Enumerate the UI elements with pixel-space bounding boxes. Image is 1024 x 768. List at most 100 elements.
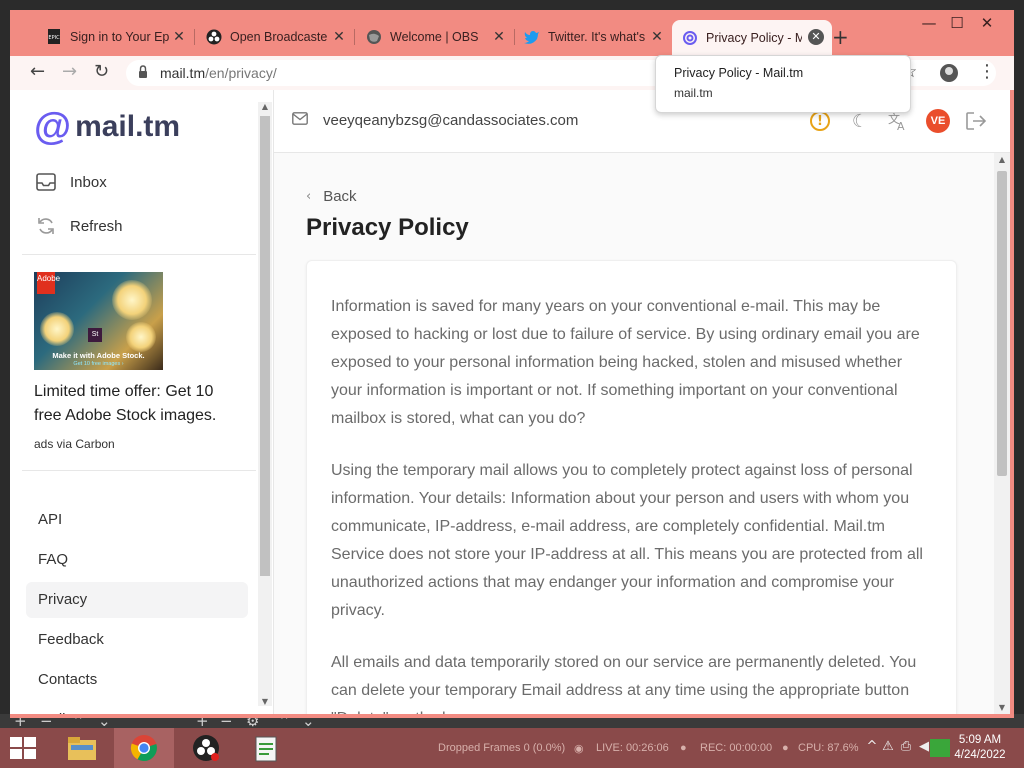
close-icon[interactable]: ✕	[808, 29, 824, 45]
start-button[interactable]	[10, 737, 36, 759]
policy-card: Information is saved for many years on y…	[306, 260, 957, 714]
sidebar-item-inbox[interactable]: Inbox	[36, 172, 107, 192]
refresh-icon	[36, 216, 56, 236]
profile-avatar[interactable]	[940, 64, 958, 82]
footer-link-feedback[interactable]: Feedback	[26, 622, 248, 658]
ad-glow	[40, 312, 74, 346]
tab-tooltip: Privacy Policy - Mail.tm mail.tm	[655, 55, 911, 113]
policy-paragraph: Information is saved for many years on y…	[331, 298, 920, 427]
window-close-icon[interactable]: ✕	[972, 14, 1002, 32]
avatar[interactable]: VE	[926, 109, 950, 133]
close-icon[interactable]: ✕	[170, 28, 188, 46]
obs-taskbar-button[interactable]	[176, 728, 236, 768]
close-icon[interactable]: ✕	[490, 28, 508, 46]
printer-icon[interactable]: ⎙	[898, 739, 914, 755]
clock-date: 4/24/2022	[954, 749, 1006, 761]
tab-strip: EPIC Sign in to Your Ep ✕ Open Broadcast…	[10, 10, 1014, 56]
close-icon[interactable]: ✕	[648, 28, 666, 46]
folder-icon	[68, 737, 96, 760]
back-label: Back	[323, 188, 357, 205]
scrollbar-thumb[interactable]	[997, 171, 1007, 476]
main-scrollbar[interactable]: ▲ ▼	[994, 153, 1010, 714]
windows-logo-pane	[24, 749, 36, 759]
footer-link-privacy[interactable]: Privacy	[26, 582, 248, 618]
tab-obs[interactable]: Open Broadcaste ✕	[196, 24, 355, 50]
ad-image[interactable]: Adobe St Make it with Adobe Stock. Get 1…	[34, 272, 163, 370]
notepad-plus-icon	[255, 736, 277, 762]
chrome-button[interactable]	[114, 728, 174, 768]
warning-icon[interactable]: !	[810, 111, 830, 131]
battery-icon[interactable]	[930, 739, 950, 757]
scroll-down-icon[interactable]: ▼	[258, 697, 272, 706]
chevron-left-icon: ‹	[306, 189, 312, 204]
page-viewport: @ mail.tm Inbox Refresh Adobe St Make it…	[10, 90, 1010, 714]
back-arrow-icon[interactable]: ←	[30, 61, 45, 82]
ad-via-link[interactable]: ads via Carbon	[34, 437, 115, 451]
ad-glow	[112, 280, 152, 320]
logout-icon[interactable]	[964, 109, 988, 133]
divider	[22, 254, 256, 255]
url-host: mail.tm	[160, 65, 206, 81]
ad-glow	[126, 322, 156, 352]
ad-image-caption: Make it with Adobe Stock.	[52, 351, 145, 360]
svg-text:EPIC: EPIC	[48, 35, 60, 41]
tab-title: Sign in to Your Ep	[70, 30, 170, 44]
url-text: mail.tm/en/privacy/	[160, 65, 277, 81]
footer-link-api[interactable]: API	[26, 502, 248, 538]
clock-time: 5:09 AM	[958, 734, 1002, 746]
chrome-icon	[130, 735, 157, 762]
reload-icon[interactable]: ↻	[94, 61, 109, 82]
tab-separator	[354, 29, 355, 45]
tab-twitter[interactable]: Twitter. It's what's ✕	[514, 24, 672, 50]
rec-dot-icon: ●	[782, 742, 789, 754]
sidebar: @ mail.tm Inbox Refresh Adobe St Make it…	[10, 90, 274, 714]
adobe-badge: Adobe	[37, 272, 60, 294]
tab-welcome-obs[interactable]: Welcome | OBS ✕	[356, 24, 515, 50]
back-link[interactable]: ‹ Back	[306, 188, 357, 205]
minimize-icon[interactable]: —	[914, 14, 944, 32]
scroll-down-icon[interactable]: ▼	[994, 703, 1010, 712]
new-tab-button[interactable]: +	[832, 25, 849, 49]
divider	[22, 470, 256, 471]
tooltip-host: mail.tm	[674, 86, 713, 100]
tooltip-title: Privacy Policy - Mail.tm	[674, 66, 804, 80]
sidebar-scrollbar[interactable]: ▲ ▼	[258, 102, 272, 706]
notes-app-button[interactable]	[236, 728, 296, 768]
tab-title: Welcome | OBS	[390, 30, 479, 44]
scroll-up-icon[interactable]: ▲	[258, 102, 272, 111]
mail-tm-logo[interactable]: @ mail.tm	[34, 108, 180, 146]
forward-arrow-icon[interactable]: →	[62, 61, 77, 82]
email-address[interactable]: veeyqeanybzsg@candassociates.com	[323, 112, 578, 129]
main-content: veeyqeanybzsg@candassociates.com ! ☾ 文A …	[274, 90, 1010, 714]
logo-at-sign: @	[34, 106, 72, 148]
footer-link-mail-gw[interactable]: Mail.gw	[26, 702, 248, 714]
sidebar-item-label: Inbox	[70, 173, 107, 191]
mail-icon	[292, 112, 308, 125]
scrollbar-thumb[interactable]	[260, 116, 270, 576]
tab-title: Privacy Policy - M	[706, 31, 802, 45]
file-explorer-button[interactable]	[52, 728, 112, 768]
tab-separator	[194, 29, 195, 45]
live-status: LIVE: 00:26:06	[596, 742, 669, 754]
footer-link-contacts[interactable]: Contacts	[26, 662, 248, 698]
maximize-icon[interactable]: ☐	[942, 14, 972, 32]
chevron-up-icon[interactable]: ^	[864, 739, 880, 755]
sidebar-item-label: Refresh	[70, 217, 123, 235]
windows-logo-pane	[24, 737, 36, 747]
ad-text[interactable]: Limited time offer: Get 10 free Adobe St…	[34, 380, 244, 428]
close-icon[interactable]: ✕	[330, 28, 348, 46]
logo-text: mail.tm	[75, 110, 181, 143]
tab-epic[interactable]: EPIC Sign in to Your Ep ✕	[36, 24, 195, 50]
footer-link-faq[interactable]: FAQ	[26, 542, 248, 578]
scroll-up-icon[interactable]: ▲	[994, 155, 1010, 164]
network-disconnected-icon[interactable]: ⚠	[880, 739, 896, 755]
windows-logo-pane	[10, 737, 22, 747]
policy-paragraph: Using the temporary mail allows you to c…	[331, 462, 923, 619]
more-menu-icon[interactable]: ⋮	[978, 61, 996, 82]
globe-icon	[366, 29, 382, 45]
sidebar-item-refresh[interactable]: Refresh	[36, 216, 123, 236]
system-clock[interactable]: 5:09 AM 4/24/2022	[950, 733, 1010, 763]
dropped-frames-status: Dropped Frames 0 (0.0%)	[438, 742, 566, 754]
tab-privacy-policy[interactable]: Privacy Policy - M ✕	[672, 20, 832, 56]
adobe-stock-logo: St	[88, 328, 102, 342]
